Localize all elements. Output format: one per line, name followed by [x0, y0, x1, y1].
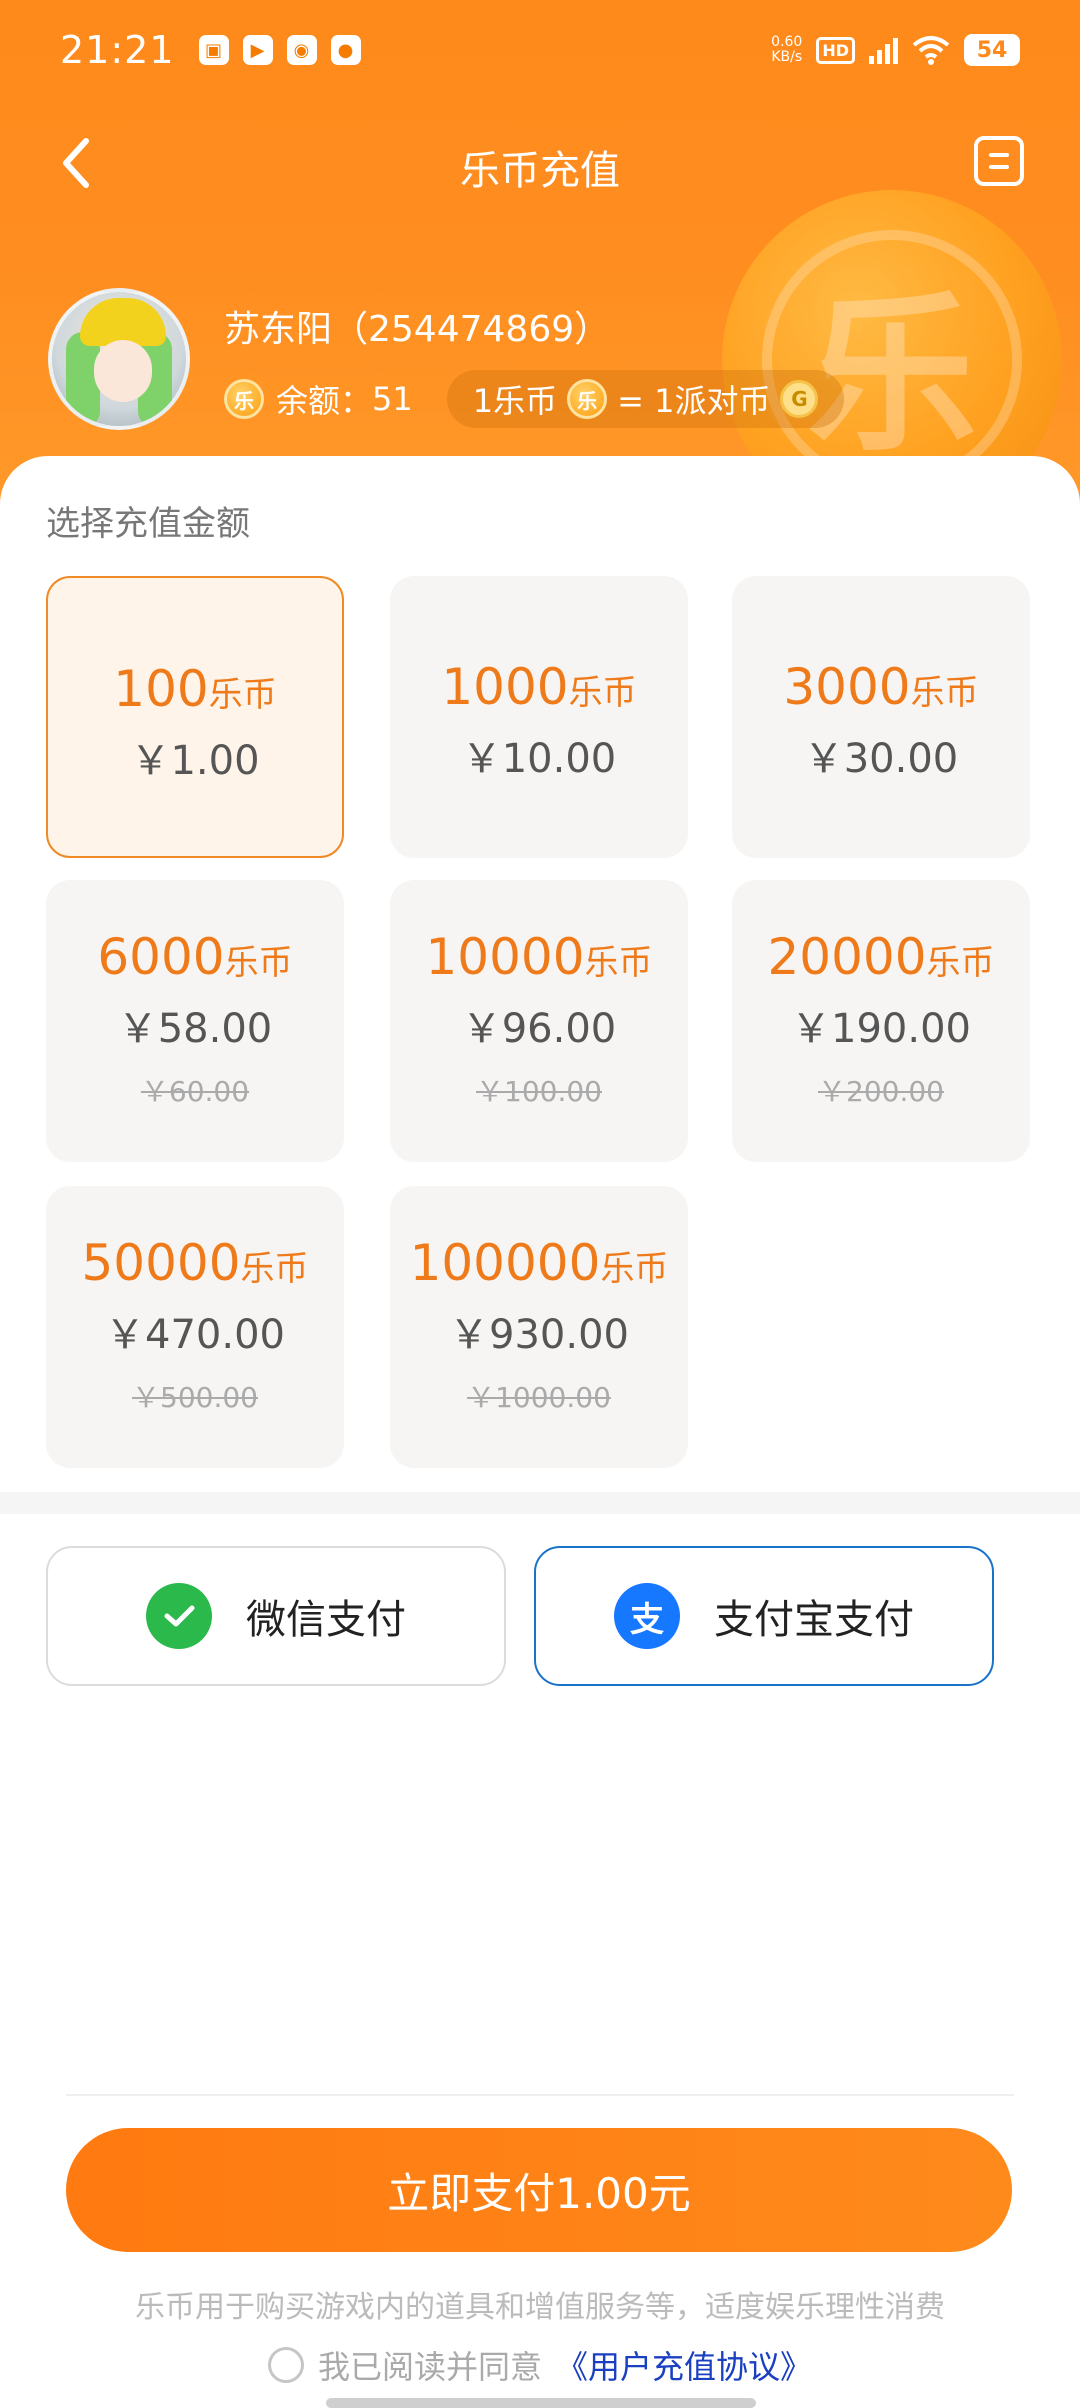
package-card[interactable]: 20000乐币 ￥190.00 ￥200.00	[732, 880, 1030, 1162]
package-card[interactable]: 100000乐币 ￥930.00 ￥1000.00	[390, 1186, 688, 1468]
rate-left: 1乐币	[472, 382, 558, 420]
wechat-app-icon: ●	[330, 35, 361, 65]
le-coin-icon: 乐	[224, 379, 264, 419]
wechat-pay-button[interactable]: 微信支付	[46, 1546, 506, 1686]
balance-line: 乐 余额： 51 1乐币 乐 = 1派对币 G	[224, 370, 845, 428]
package-card[interactable]: 10000乐币 ￥96.00 ￥100.00	[390, 880, 688, 1162]
rate-right: = 1派对币	[617, 382, 771, 420]
user-name: 苏东阳（254474869）	[224, 309, 611, 350]
section-label: 选择充值金额	[46, 504, 250, 544]
party-coin-icon: G	[780, 380, 819, 418]
balance-value: 51	[372, 380, 413, 418]
agreement-row: 我已阅读并同意 《用户充值协议》	[0, 2342, 1080, 2388]
header: 乐 21:21 ▣ ▶ ◉ ● 0.60 KB/s HD 54 乐币充值 苏东阳…	[0, 0, 1080, 520]
battery-icon: 54	[964, 34, 1020, 66]
hd-badge: HD	[816, 36, 855, 64]
wifi-icon	[912, 36, 950, 65]
alipay-label: 支付宝支付	[714, 1597, 914, 1643]
status-time: 21:21	[60, 28, 175, 72]
home-indicator[interactable]	[326, 2398, 756, 2408]
balance-label: 余额：	[276, 382, 373, 420]
disclaimer-text: 乐币用于购买游戏内的道具和增值服务等，适度娱乐理性消费	[135, 2290, 945, 2325]
package-card[interactable]: 3000乐币 ￥30.00	[732, 576, 1030, 858]
content-sheet: 选择充值金额 100乐币 ￥1.00 1000乐币 ￥10.00 3000乐币 …	[0, 456, 1080, 2408]
package-card[interactable]: 50000乐币 ￥470.00 ￥500.00	[46, 1186, 344, 1468]
agreement-link[interactable]: 《用户充值协议》	[556, 2342, 812, 2388]
package-card[interactable]: 100乐币 ￥1.00	[46, 576, 344, 858]
page-title: 乐币充值	[460, 148, 620, 194]
nav-bar: 乐币充值	[0, 118, 1080, 208]
agree-radio[interactable]	[267, 2347, 304, 2383]
photo-app-icon: ▣	[198, 35, 229, 65]
orders-list-icon[interactable]	[974, 136, 1024, 186]
le-coin-icon: 乐	[567, 379, 608, 419]
alipay-icon: 支	[614, 1583, 680, 1649]
wechat-pay-icon	[146, 1583, 212, 1649]
net-speed: 0.60 KB/s	[771, 34, 803, 65]
avatar[interactable]	[48, 288, 190, 430]
alipay-button[interactable]: 支 支付宝支付	[534, 1546, 994, 1686]
exchange-rate: 1乐币 乐 = 1派对币 G	[446, 370, 845, 428]
agree-text: 我已阅读并同意	[317, 2348, 542, 2386]
package-card[interactable]: 1000乐币 ￥10.00	[390, 576, 688, 858]
user-info: 苏东阳（254474869） 乐 余额： 51 1乐币 乐 = 1派对币 G	[48, 288, 1048, 438]
map-app-icon: ◉	[286, 35, 317, 65]
status-bar: 21:21 ▣ ▶ ◉ ● 0.60 KB/s HD 54	[0, 0, 1080, 100]
bottom-divider	[66, 2094, 1014, 2096]
signal-icon	[869, 36, 898, 64]
video-app-icon: ▶	[242, 35, 273, 65]
wechat-pay-label: 微信支付	[246, 1597, 406, 1643]
package-card[interactable]: 6000乐币 ￥58.00 ￥60.00	[46, 880, 344, 1162]
section-divider	[0, 1492, 1080, 1514]
pay-now-button[interactable]: 立即支付1.00元	[66, 2128, 1012, 2252]
